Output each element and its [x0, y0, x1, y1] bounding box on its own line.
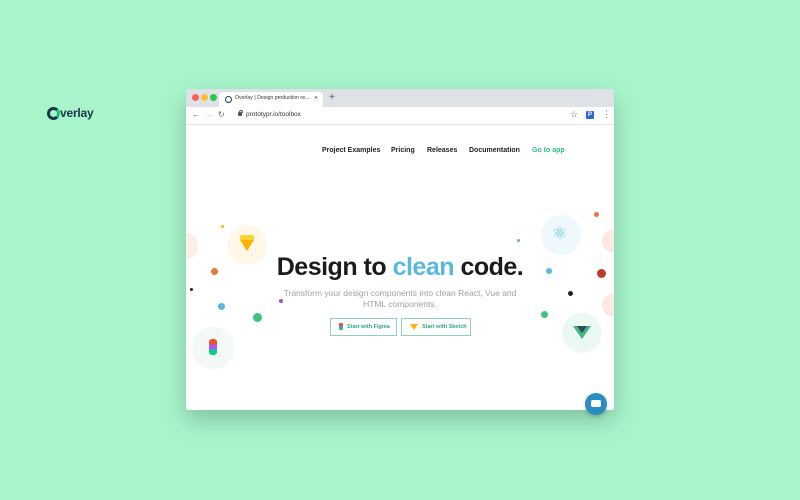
active-tab[interactable]: Overlay | Design production ready × [219, 92, 323, 107]
vue-icon-inner [577, 326, 587, 333]
vue-bubble [563, 313, 601, 351]
decorative-dot [190, 288, 193, 291]
start-with-figma-button[interactable]: Start with Figma [330, 318, 397, 336]
decorative-dot [546, 268, 552, 274]
react-icon: ⚛ [552, 224, 568, 243]
tab-close-icon[interactable]: × [314, 94, 318, 103]
decorative-dot [597, 269, 606, 278]
nav-documentation[interactable]: Documentation [469, 147, 520, 154]
nav-pricing[interactable]: Pricing [391, 147, 415, 154]
lock-icon [238, 109, 243, 116]
logo-text: verlay [60, 106, 94, 120]
figma-button-label: Start with Figma [347, 324, 390, 330]
bookmark-star-icon[interactable]: ☆ [570, 109, 578, 120]
chat-widget-button[interactable] [585, 393, 607, 415]
extension-icon[interactable]: P [586, 111, 594, 119]
nav-go-to-app[interactable]: Go to app [532, 147, 565, 154]
reload-icon[interactable]: ↻ [218, 110, 225, 120]
close-window-button[interactable] [192, 94, 199, 101]
figma-bubble [193, 327, 233, 367]
maximize-window-button[interactable] [210, 94, 217, 101]
nav-project-examples[interactable]: Project Examples [322, 147, 380, 154]
hero-title-accent: clean [392, 253, 455, 281]
overlay-favicon-icon [225, 96, 232, 103]
sketch-gem-icon [240, 240, 254, 251]
new-tab-button[interactable]: + [329, 92, 335, 103]
hero-subtitle: Transform your design components into cl… [283, 288, 517, 309]
minimize-window-button[interactable] [201, 94, 208, 101]
decorative-dot [211, 268, 218, 275]
decorative-dot [253, 313, 262, 322]
browser-toolbar: ← → ↻ prototypr.io/toolbox ☆ P ⋮ [186, 107, 614, 125]
decorative-dot [541, 311, 548, 318]
decorative-dot [594, 212, 599, 217]
browser-menu-icon[interactable]: ⋮ [602, 109, 611, 120]
hero-title-end: code. [454, 253, 524, 281]
tab-bar: Overlay | Design production ready × + [186, 89, 614, 107]
decorative-dot [221, 225, 224, 228]
hero-title-start: Design to [276, 253, 393, 281]
overlay-logo-icon [47, 107, 60, 120]
sketch-icon [410, 323, 418, 330]
back-arrow-icon[interactable]: ← [192, 110, 200, 120]
hero-title: Design to clean code. [0, 253, 800, 282]
sketch-button-label: Start with Sketch [422, 324, 467, 330]
address-bar[interactable]: prototypr.io/toolbox [246, 110, 301, 120]
forward-arrow-icon[interactable]: → [205, 110, 213, 120]
start-with-sketch-button[interactable]: Start with Sketch [401, 318, 471, 336]
react-bubble: ⚛ [541, 215, 581, 255]
nav-releases[interactable]: Releases [427, 147, 457, 154]
decorative-dot [279, 299, 283, 303]
tab-title: Overlay | Design production ready [235, 95, 311, 101]
figma-logo-icon [209, 339, 217, 355]
chat-bubble-icon [591, 400, 601, 407]
decorative-dot [517, 239, 520, 242]
sketch-bubble [227, 225, 267, 265]
decorative-dot [218, 303, 225, 310]
figma-icon [339, 323, 343, 331]
decorative-dot [568, 291, 573, 296]
